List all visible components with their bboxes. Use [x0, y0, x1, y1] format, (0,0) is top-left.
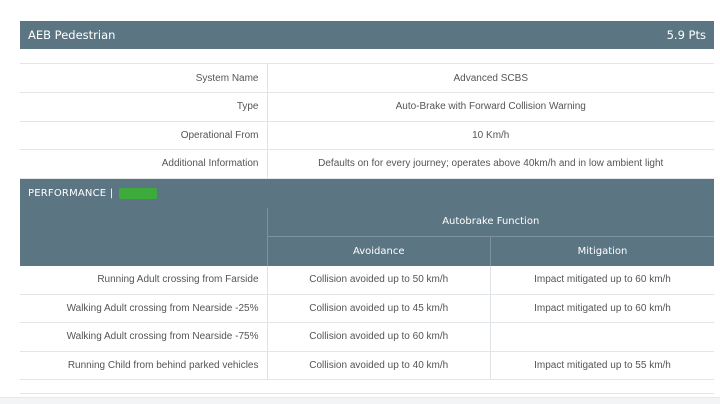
panel-footer: [20, 380, 714, 394]
header-blank-cell: [20, 207, 268, 266]
mitigation-value: Impact mitigated up to 60 km/h: [490, 294, 714, 323]
info-value: Defaults on for every journey; operates …: [267, 149, 714, 179]
table-row: Walking Adult crossing from Nearside -25…: [20, 294, 714, 323]
spacer: [20, 49, 714, 64]
system-info-table: System Name Advanced SCBS Type Auto-Brak…: [20, 64, 714, 179]
table-row: Running Adult crossing from Farside Coll…: [20, 265, 714, 295]
score-value: 5.9 Pts: [666, 28, 706, 42]
aeb-pedestrian-panel: AEB Pedestrian 5.9 Pts System Name Advan…: [20, 21, 714, 397]
performance-bar: PERFORMANCE |: [20, 178, 714, 208]
mitigation-value: Impact mitigated up to 55 km/h: [490, 351, 714, 380]
table-row: System Name Advanced SCBS: [20, 64, 714, 93]
performance-table: Autobrake Function Avoidance Mitigation …: [20, 207, 714, 381]
avoidance-value: Collision avoided up to 50 km/h: [267, 265, 491, 295]
page-bottom-strip: [0, 397, 720, 404]
scenario-label: Walking Adult crossing from Nearside -75…: [20, 322, 268, 352]
scenario-label: Running Child from behind parked vehicle…: [20, 351, 268, 380]
performance-title: PERFORMANCE |: [28, 187, 114, 199]
avoidance-value: Collision avoided up to 60 km/h: [267, 322, 491, 352]
table-row: Additional Information Defaults on for e…: [20, 149, 714, 179]
performance-rating-badge: [119, 187, 158, 199]
table-row: Running Child from behind parked vehicle…: [20, 351, 714, 380]
table-row: Operational From 10 Km/h: [20, 121, 714, 150]
info-value: 10 Km/h: [267, 121, 714, 150]
info-label: Type: [20, 92, 268, 122]
avoidance-header: Avoidance: [267, 236, 491, 266]
info-label: Additional Information: [20, 149, 268, 179]
table-row: Type Auto-Brake with Forward Collision W…: [20, 92, 714, 122]
table-header-row: Autobrake Function: [20, 207, 714, 266]
scenario-label: Running Adult crossing from Farside: [20, 265, 268, 295]
scenario-label: Walking Adult crossing from Nearside -25…: [20, 294, 268, 323]
mitigation-value: Impact mitigated up to 60 km/h: [490, 265, 714, 295]
mitigation-value: [490, 322, 714, 352]
info-value: Auto-Brake with Forward Collision Warnin…: [267, 92, 714, 122]
avoidance-value: Collision avoided up to 45 km/h: [267, 294, 491, 323]
panel-title: AEB Pedestrian: [28, 28, 116, 42]
autobrake-function-header: Autobrake Function: [267, 207, 714, 237]
info-label: System Name: [20, 64, 268, 93]
info-value: Advanced SCBS: [267, 64, 714, 93]
mitigation-header: Mitigation: [490, 236, 714, 266]
panel-header: AEB Pedestrian 5.9 Pts: [20, 21, 714, 49]
avoidance-value: Collision avoided up to 40 km/h: [267, 351, 491, 380]
table-row: Walking Adult crossing from Nearside -75…: [20, 322, 714, 352]
info-label: Operational From: [20, 121, 268, 150]
